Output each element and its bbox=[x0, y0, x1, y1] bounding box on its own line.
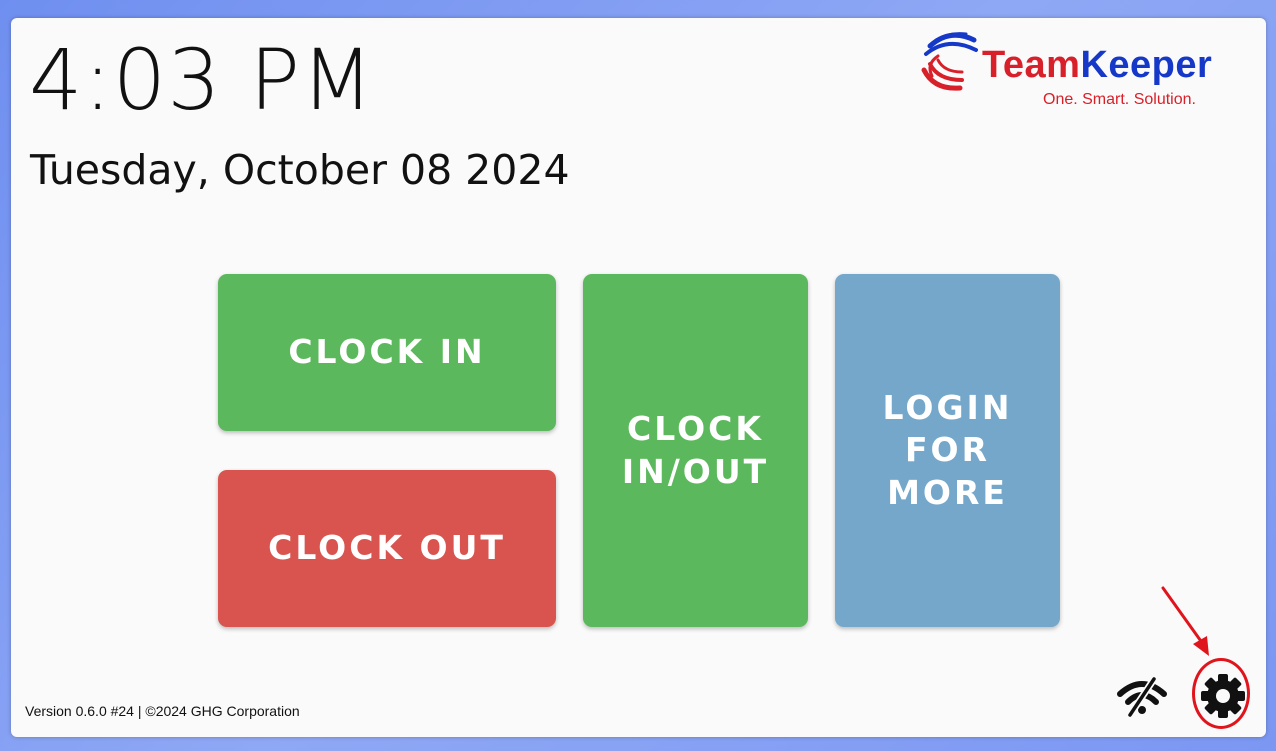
swoosh-logo-icon bbox=[921, 32, 978, 91]
login-for-more-label: LOGIN FOR MORE bbox=[882, 388, 1013, 512]
logo-tagline: One. Smart. Solution. bbox=[1043, 91, 1196, 108]
annotation-arrow-icon bbox=[1161, 586, 1209, 656]
clock-in-out-label: CLOCK IN/OUT bbox=[621, 409, 770, 491]
gear-icon[interactable] bbox=[1194, 659, 1252, 732]
current-time: 4:03 PM bbox=[29, 31, 375, 129]
current-date: Tuesday, October 08 2024 bbox=[30, 146, 570, 194]
logo-word-team: Team bbox=[982, 44, 1081, 86]
logo-wordmark: TeamKeeper bbox=[982, 46, 1212, 84]
version-info: Version 0.6.0 #24 | ©2024 GHG Corporatio… bbox=[25, 703, 300, 719]
teamkeeper-logo: TeamKeeper One. Smart. Solution. bbox=[916, 26, 1261, 116]
login-for-more-button[interactable]: LOGIN FOR MORE bbox=[835, 274, 1060, 627]
wifi-off-icon bbox=[1117, 676, 1167, 718]
logo-word-keeper: Keeper bbox=[1080, 44, 1213, 86]
clock-in-button[interactable]: CLOCK IN bbox=[218, 274, 556, 431]
kiosk-screen: 4:03 PM Tuesday, October 08 2024 TeamKee… bbox=[11, 18, 1266, 737]
clock-in-label: CLOCK IN bbox=[288, 332, 486, 372]
clock-out-label: CLOCK OUT bbox=[268, 528, 506, 568]
clock-out-button[interactable]: CLOCK OUT bbox=[218, 470, 556, 627]
clock-in-out-button[interactable]: CLOCK IN/OUT bbox=[583, 274, 808, 627]
